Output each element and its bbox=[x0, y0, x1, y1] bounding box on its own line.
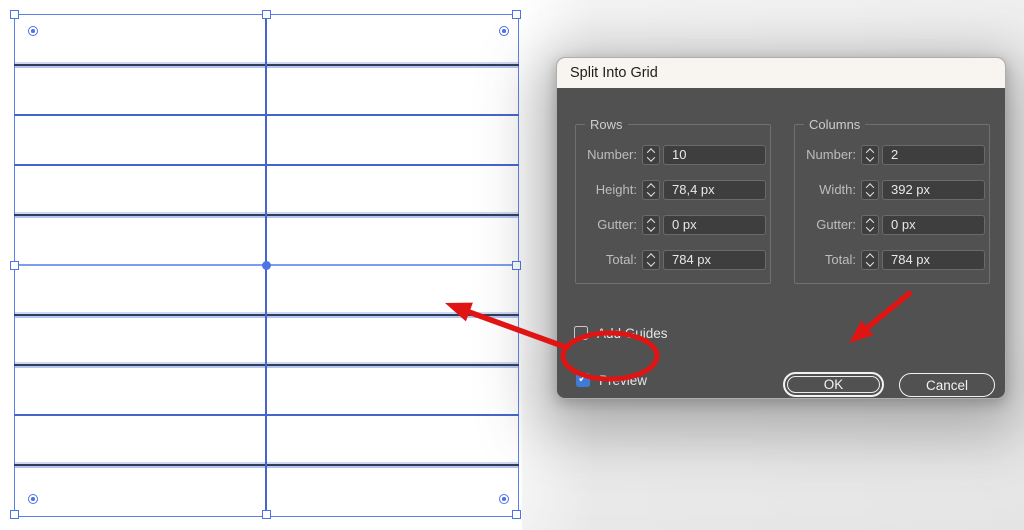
rows-height-label: Height: bbox=[595, 182, 637, 197]
chevron-down-icon[interactable] bbox=[646, 258, 656, 268]
selection-handle-bottom-center[interactable] bbox=[262, 510, 271, 519]
cols-total-input[interactable]: 784 px bbox=[882, 250, 985, 270]
dialog-titlebar[interactable]: Split Into Grid bbox=[557, 58, 1005, 88]
cols-width-stepper[interactable] bbox=[861, 180, 879, 200]
cols-number-input[interactable]: 2 bbox=[882, 145, 985, 165]
rows-gutter-label: Gutter: bbox=[597, 217, 637, 232]
preview-checkbox[interactable]: Preview bbox=[576, 372, 647, 388]
cancel-button-label: Cancel bbox=[925, 377, 969, 393]
rows-number-label: Number: bbox=[587, 147, 637, 162]
cols-width-input[interactable]: 392 px bbox=[882, 180, 985, 200]
cols-number-label: Number: bbox=[806, 147, 856, 162]
chevron-down-icon[interactable] bbox=[646, 188, 656, 198]
cols-total-label: Total: bbox=[824, 252, 856, 267]
chevron-down-icon[interactable] bbox=[865, 223, 875, 233]
cols-number-stepper[interactable] bbox=[861, 145, 879, 165]
columns-group: Columns Number: 2 Width: 392 px Gutter: … bbox=[794, 117, 990, 284]
selection-handle-middle-right[interactable] bbox=[512, 261, 521, 270]
selection-handle-top-left[interactable] bbox=[10, 10, 19, 19]
rows-gutter-stepper[interactable] bbox=[642, 215, 660, 235]
selection-anchor-center[interactable] bbox=[262, 261, 271, 270]
dialog-title: Split Into Grid bbox=[570, 65, 658, 81]
cols-gutter-stepper[interactable] bbox=[861, 215, 879, 235]
chevron-down-icon[interactable] bbox=[646, 153, 656, 163]
rows-group: Rows Number: 10 Height: 78,4 px Gutter: … bbox=[575, 117, 771, 284]
columns-group-label: Columns bbox=[804, 117, 866, 132]
selection-handle-middle-left[interactable] bbox=[10, 261, 19, 270]
cols-gutter-label: Gutter: bbox=[816, 217, 856, 232]
chevron-down-icon[interactable] bbox=[865, 188, 875, 198]
dialog-body: Rows Number: 10 Height: 78,4 px Gutter: … bbox=[557, 88, 1005, 398]
selection-handle-top-right[interactable] bbox=[512, 10, 521, 19]
rows-group-label: Rows bbox=[585, 117, 628, 132]
cancel-button[interactable]: Cancel bbox=[899, 373, 995, 397]
preview-label: Preview bbox=[599, 372, 648, 388]
chevron-down-icon[interactable] bbox=[865, 258, 875, 268]
ok-button[interactable]: OK bbox=[783, 372, 884, 397]
split-into-grid-dialog: Split Into Grid Rows Number: 10 Height: … bbox=[556, 57, 1006, 399]
selection-handle-top-center[interactable] bbox=[262, 10, 271, 19]
group-target-icon[interactable] bbox=[499, 26, 509, 36]
rows-number-stepper[interactable] bbox=[642, 145, 660, 165]
add-guides-checkbox[interactable]: Add Guides bbox=[574, 325, 668, 341]
rows-total-input[interactable]: 784 px bbox=[663, 250, 766, 270]
chevron-down-icon[interactable] bbox=[646, 223, 656, 233]
preview-checkbox-box[interactable] bbox=[576, 372, 590, 387]
add-guides-checkbox-box[interactable] bbox=[574, 326, 588, 340]
rows-height-stepper[interactable] bbox=[642, 180, 660, 200]
cols-total-stepper[interactable] bbox=[861, 250, 879, 270]
group-target-icon[interactable] bbox=[28, 494, 38, 504]
add-guides-label: Add Guides bbox=[597, 325, 668, 341]
chevron-down-icon[interactable] bbox=[865, 153, 875, 163]
rows-number-input[interactable]: 10 bbox=[663, 145, 766, 165]
group-target-icon[interactable] bbox=[499, 494, 509, 504]
rows-height-input[interactable]: 78,4 px bbox=[663, 180, 766, 200]
cols-gutter-input[interactable]: 0 px bbox=[882, 215, 985, 235]
artboard-grid-preview[interactable] bbox=[10, 10, 521, 519]
rows-total-label: Total: bbox=[605, 252, 637, 267]
group-target-icon[interactable] bbox=[28, 26, 38, 36]
rows-gutter-input[interactable]: 0 px bbox=[663, 215, 766, 235]
cols-width-label: Width: bbox=[819, 182, 856, 197]
rows-total-stepper[interactable] bbox=[642, 250, 660, 270]
selection-handle-bottom-left[interactable] bbox=[10, 510, 19, 519]
ok-button-label: OK bbox=[823, 377, 844, 392]
selection-handle-bottom-right[interactable] bbox=[512, 510, 521, 519]
